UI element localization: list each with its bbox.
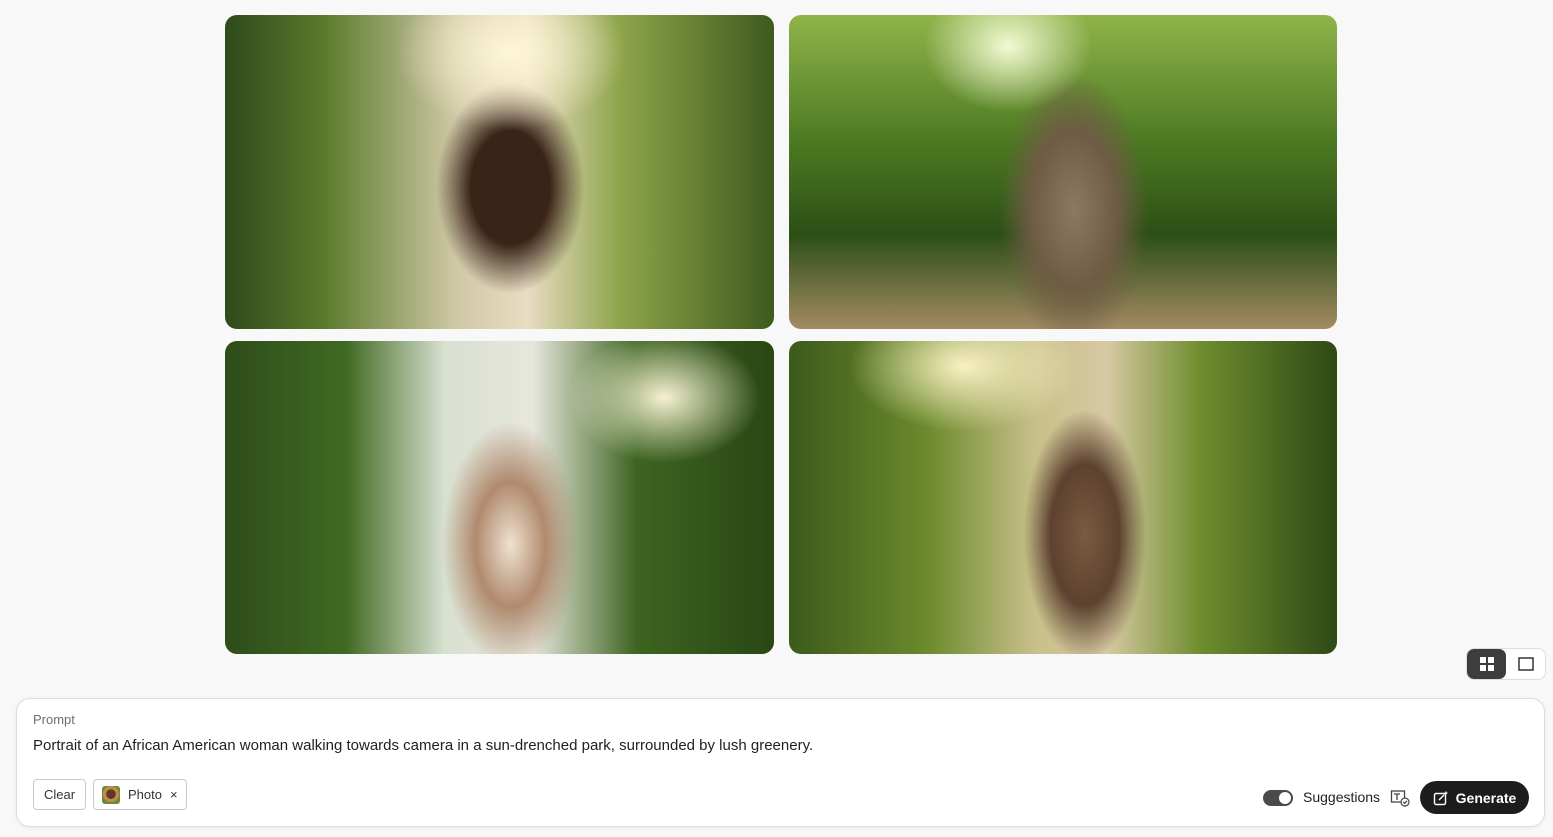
generated-image-1[interactable]: [225, 15, 774, 329]
generated-image-4[interactable]: [789, 341, 1337, 654]
generate-label: Generate: [1455, 789, 1517, 806]
prompt-label: Prompt: [33, 712, 75, 727]
close-icon[interactable]: ×: [170, 787, 178, 802]
clear-button[interactable]: Clear: [33, 779, 87, 810]
generate-button[interactable]: Generate: [1420, 781, 1529, 814]
suggestions-toggle[interactable]: [1263, 790, 1293, 806]
grid-view-button[interactable]: [1467, 649, 1506, 679]
generate-icon: [1433, 790, 1448, 805]
generated-image-3[interactable]: [225, 341, 774, 654]
chip-label: Photo: [128, 787, 162, 802]
generated-image-2[interactable]: [789, 15, 1337, 329]
single-view-icon: [1517, 657, 1534, 671]
photo-thumbnail-icon: [102, 785, 120, 804]
prompt-input[interactable]: Portrait of an African American woman wa…: [33, 737, 1513, 754]
content-type-chip[interactable]: Photo ×: [93, 779, 187, 810]
view-mode-toggle: [1466, 648, 1546, 680]
single-view-button[interactable]: [1506, 649, 1545, 679]
image-gallery: [225, 15, 1337, 654]
prompt-panel: Prompt Portrait of an African American w…: [16, 698, 1545, 827]
grid-icon: [1479, 657, 1494, 671]
text-settings-icon[interactable]: [1390, 789, 1410, 807]
suggestions-label: Suggestions: [1303, 789, 1381, 805]
